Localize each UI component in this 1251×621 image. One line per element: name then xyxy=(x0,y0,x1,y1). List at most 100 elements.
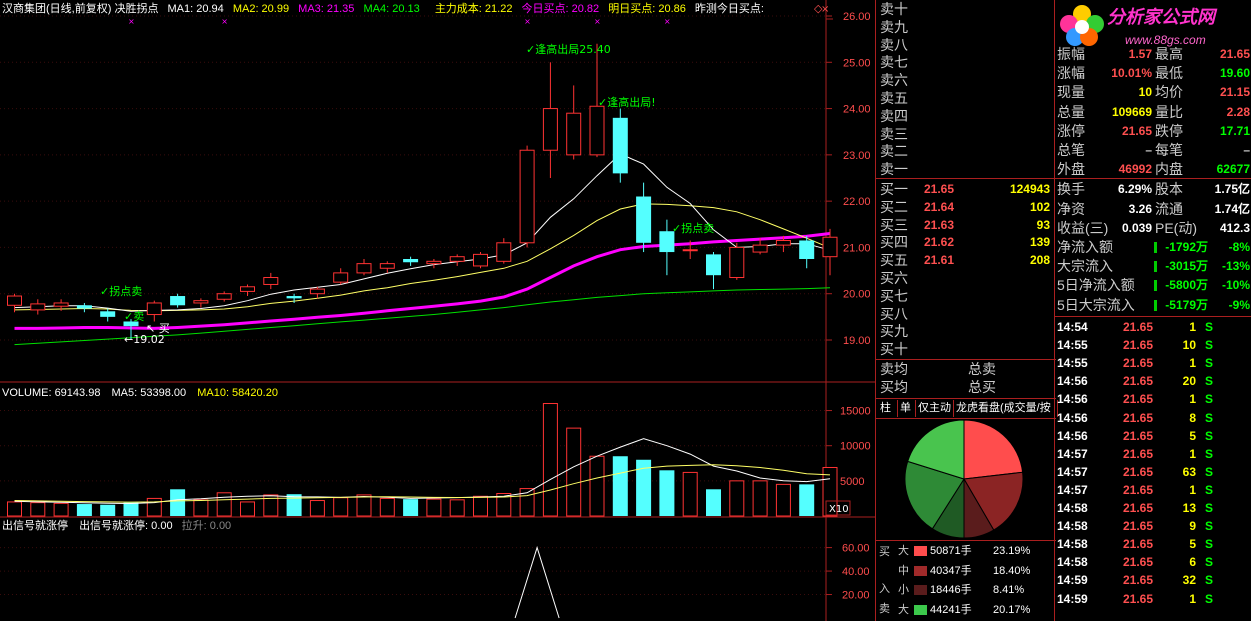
candle-body xyxy=(356,263,372,274)
buy-level-row[interactable]: 买二 21.64 102 xyxy=(876,198,1056,216)
stat-value: 6.29% xyxy=(1117,182,1152,196)
stat-value: 1.57 xyxy=(1128,47,1152,61)
candle-body xyxy=(519,149,535,244)
trade-tick-row[interactable]: 14:54 21.65 1 S xyxy=(1055,318,1251,336)
buy-level-label: 买六 xyxy=(880,270,908,286)
ma2-label: MA2: 20.99 xyxy=(233,3,289,15)
stat-key: 涨停 xyxy=(1057,122,1085,139)
order-book-panel: 卖十 卖九 卖八 卖七 卖六 卖五 卖四 卖三 卖二 卖一 买一 21.65 124943 买二 21.6… xyxy=(875,0,1058,621)
sell-level-label: 卖八 xyxy=(880,36,908,53)
fund-flow-label: 净流入额 xyxy=(1057,239,1113,255)
trade-price: 21.65 xyxy=(1123,573,1154,588)
trade-time: 14:56 xyxy=(1057,410,1088,425)
buy-level-row[interactable]: 买六 xyxy=(876,269,1056,287)
pie-legend-row: 大 50871手 23.19% xyxy=(876,542,1056,560)
total-buy-label: 总买 xyxy=(968,379,996,395)
volume-bar xyxy=(473,495,488,517)
candle-body xyxy=(473,253,488,267)
candle-body xyxy=(76,305,92,309)
fund-flow-value: -5179万 xyxy=(1165,297,1208,312)
close-x-icon[interactable]: × xyxy=(821,4,829,15)
trade-tick-row[interactable]: 14:59 21.65 1 S xyxy=(1055,590,1251,608)
vol-ma10-label: MA10: 58420.20 xyxy=(197,387,278,399)
trade-tick-row[interactable]: 14:59 21.65 32 S xyxy=(1055,571,1251,589)
volume-bar xyxy=(100,504,116,516)
price-tick-label: 26.00 xyxy=(843,11,871,23)
signal-tick-label: 40.00 xyxy=(842,566,870,578)
buy-level-volume: 93 xyxy=(1036,217,1050,232)
stat-row: 涨幅 10.01% 最低 19.60 xyxy=(1055,64,1251,83)
stat-key: 振幅 xyxy=(1057,46,1085,62)
volume-bar xyxy=(30,502,46,517)
pie-legend-swatch xyxy=(914,604,927,615)
turn-sell-annotation-2: ✓拐点卖 xyxy=(672,221,714,235)
volume-bar xyxy=(193,499,209,517)
panel-tab[interactable]: 龙虎看盘(成交量/按 xyxy=(954,400,1058,417)
trade-volume: 1 xyxy=(1189,320,1196,334)
fund-flow-bar xyxy=(1154,280,1157,292)
trade-tick-row[interactable]: 14:56 21.65 8 S xyxy=(1055,409,1251,427)
trade-tick-row[interactable]: 14:58 21.65 5 S xyxy=(1055,535,1251,553)
trade-tick-row[interactable]: 14:55 21.65 1 S xyxy=(1055,354,1251,372)
volume-bar xyxy=(775,483,791,517)
stat-value: 62677 xyxy=(1216,162,1250,177)
buy-level-row[interactable]: 买八 xyxy=(876,305,1056,323)
panel-tab[interactable]: 柱 xyxy=(878,400,898,417)
candle[interactable] xyxy=(473,252,488,269)
buy-level-row[interactable]: 买十 xyxy=(876,340,1056,358)
trade-tick-row[interactable]: 14:56 21.65 5 S xyxy=(1055,427,1251,445)
trade-tick-row[interactable]: 14:57 21.65 1 S xyxy=(1055,481,1251,499)
trade-tick-row[interactable]: 14:56 21.65 20 S xyxy=(1055,372,1251,390)
trade-tick-row[interactable]: 14:58 21.65 6 S xyxy=(1055,553,1251,571)
trade-tick-row[interactable]: 14:58 21.65 9 S xyxy=(1055,517,1251,535)
stat-row: 总笔 – 每笔 – xyxy=(1055,141,1251,160)
signal-x-marker: × xyxy=(594,17,601,26)
buy-level-row[interactable]: 买三 21.63 93 xyxy=(876,216,1056,234)
turn-sell-annotation-1: ✓拐点卖 xyxy=(100,284,142,298)
volume-bar xyxy=(170,489,186,516)
buy-level-row[interactable]: 买四 21.62 139 xyxy=(876,233,1056,251)
trade-time: 14:58 xyxy=(1057,519,1088,534)
panel-tab[interactable]: 仅主动 xyxy=(916,400,954,417)
sell-level-label: 卖十 xyxy=(880,1,908,17)
sell-small-annotation: ✓卖 xyxy=(124,310,144,323)
trade-time: 14:59 xyxy=(1057,573,1088,588)
trade-side: S xyxy=(1205,392,1214,407)
pie-legend-swatch xyxy=(914,546,927,556)
stat-key: 净资 xyxy=(1057,200,1085,217)
panel-tab[interactable]: 单 xyxy=(898,400,916,417)
pie-legend-size: 大 xyxy=(898,603,909,616)
volume-bar xyxy=(706,489,721,516)
trade-tick-row[interactable]: 14:56 21.65 1 S xyxy=(1055,390,1251,408)
stat-key: 总量 xyxy=(1057,103,1085,120)
candle-body xyxy=(240,286,255,292)
volume-bar xyxy=(356,494,372,517)
trade-tick-row[interactable]: 14:55 21.65 10 S xyxy=(1055,336,1251,354)
trade-volume: 1 xyxy=(1189,446,1196,461)
stock-chart[interactable]: 26.00 25.00 24.00 23.00 22.00 21.00 20.00 19.00… xyxy=(0,0,875,621)
volume-bar xyxy=(216,492,232,517)
trade-tick-row[interactable]: 14:58 21.65 13 S xyxy=(1055,499,1251,517)
buy-level-row[interactable]: 买七 xyxy=(876,287,1056,305)
fund-flow-value: -5800万 xyxy=(1165,278,1208,293)
candle[interactable] xyxy=(729,242,745,280)
candle[interactable] xyxy=(519,145,535,248)
candle-body xyxy=(170,296,186,306)
buy-level-label: 买五 xyxy=(880,252,908,269)
buy-level-row[interactable]: 买五 21.61 208 xyxy=(876,251,1056,269)
trade-tick-row[interactable]: 14:57 21.65 1 S xyxy=(1055,445,1251,463)
pie-legend-swatch xyxy=(914,585,927,595)
pie-legend-size: 小 xyxy=(898,584,909,596)
buy-level-row[interactable]: 买一 21.65 124943 xyxy=(876,180,1056,198)
trade-tick-row[interactable]: 14:57 21.65 63 S xyxy=(1055,463,1251,481)
stat-row: 现量 10 均价 21.15 xyxy=(1055,83,1251,102)
fund-flow-bar xyxy=(1154,299,1157,311)
candle[interactable] xyxy=(612,108,628,183)
cost-label: 主力成本: 21.22 xyxy=(435,1,513,15)
buy-level-row[interactable]: 买九 xyxy=(876,322,1056,340)
sell-level-label: 卖六 xyxy=(880,72,908,89)
stat-key: PE(动) xyxy=(1155,220,1197,236)
stat-value: 10 xyxy=(1138,85,1152,100)
trade-side: S xyxy=(1205,591,1214,606)
buy-level-price: 21.61 xyxy=(924,253,955,268)
